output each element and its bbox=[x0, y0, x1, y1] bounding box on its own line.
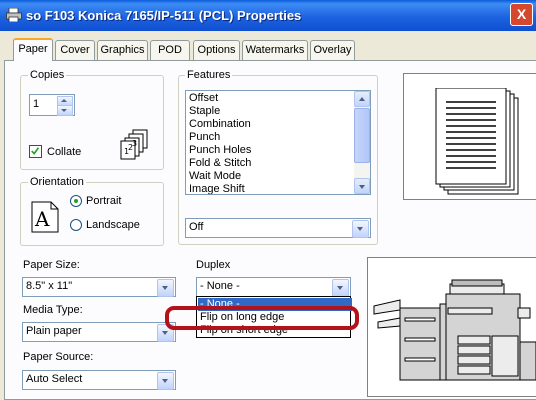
duplex-value: - None - bbox=[200, 280, 240, 292]
svg-text:3: 3 bbox=[132, 139, 137, 148]
page-preview bbox=[403, 73, 536, 200]
landscape-radio[interactable] bbox=[70, 219, 82, 231]
collate-label: Collate bbox=[47, 146, 82, 158]
chevron-down-icon bbox=[162, 331, 168, 335]
svg-text:A: A bbox=[34, 207, 50, 231]
feature-item-offset[interactable]: Offset bbox=[189, 92, 218, 104]
features-label: Features bbox=[185, 69, 233, 81]
scroll-up-button[interactable] bbox=[354, 91, 370, 107]
dropdown-button[interactable] bbox=[157, 372, 174, 390]
chevron-down-icon bbox=[359, 185, 365, 189]
portrait-label: Portrait bbox=[86, 195, 122, 207]
tab-cover[interactable]: Cover bbox=[55, 40, 95, 60]
printer-icon bbox=[6, 8, 22, 22]
title-bar: so F103 Konica 7165/IP-511 (PCL) Propert… bbox=[0, 0, 536, 31]
tab-options[interactable]: Options bbox=[193, 40, 240, 60]
paper-source-select[interactable]: Auto Select bbox=[22, 370, 176, 390]
feature-item-punch-holes[interactable]: Punch Holes bbox=[189, 144, 251, 156]
collate-pages-icon: 1 2 3 bbox=[120, 129, 148, 160]
paper-size-label: Paper Size: bbox=[23, 259, 80, 271]
duplex-label: Duplex bbox=[196, 259, 231, 271]
chevron-down-icon bbox=[337, 286, 343, 290]
dropdown-button[interactable] bbox=[352, 220, 369, 238]
features-scrollbar[interactable] bbox=[354, 91, 370, 194]
media-type-label: Media Type: bbox=[23, 304, 83, 316]
landscape-label: Landscape bbox=[86, 219, 140, 231]
feature-item-wait-mode[interactable]: Wait Mode bbox=[189, 170, 241, 182]
tab-paper[interactable]: Paper bbox=[13, 38, 53, 61]
copier-preview bbox=[367, 257, 536, 397]
pages-stack-icon bbox=[435, 88, 519, 195]
features-list[interactable]: Offset Staple Combination Punch Punch Ho… bbox=[185, 90, 371, 195]
chevron-down-icon bbox=[357, 227, 363, 231]
chevron-down-icon bbox=[162, 379, 168, 383]
feature-item-combination[interactable]: Combination bbox=[189, 118, 251, 130]
paper-size-value: 8.5" x 11" bbox=[26, 280, 73, 292]
media-type-value: Plain paper bbox=[26, 325, 82, 337]
paper-source-label: Paper Source: bbox=[23, 351, 94, 363]
dropdown-button[interactable] bbox=[332, 279, 349, 297]
tab-overlay[interactable]: Overlay bbox=[310, 40, 355, 60]
paper-source-value: Auto Select bbox=[26, 373, 83, 385]
feature-item-fold-stitch[interactable]: Fold & Stitch bbox=[189, 157, 251, 169]
tab-pod[interactable]: POD bbox=[150, 40, 190, 60]
scroll-thumb[interactable] bbox=[354, 108, 370, 163]
tab-graphics[interactable]: Graphics bbox=[97, 40, 148, 60]
feature-item-image-shift[interactable]: Image Shift bbox=[189, 183, 245, 194]
media-type-select[interactable]: Plain paper bbox=[22, 322, 176, 342]
copies-label: Copies bbox=[28, 69, 67, 81]
portrait-radio[interactable] bbox=[70, 195, 82, 207]
spin-down-button[interactable] bbox=[57, 105, 73, 116]
feature-item-staple[interactable]: Staple bbox=[189, 105, 220, 117]
dropdown-button[interactable] bbox=[157, 279, 174, 297]
tab-watermarks[interactable]: Watermarks bbox=[242, 40, 308, 60]
copier-machine-icon bbox=[373, 279, 536, 381]
duplex-select[interactable]: - None - bbox=[196, 277, 351, 297]
copies-spinner[interactable]: 1 bbox=[29, 94, 75, 116]
checkmark-icon bbox=[31, 147, 40, 155]
scroll-down-button[interactable] bbox=[354, 178, 370, 194]
chevron-down-icon bbox=[61, 109, 67, 112]
chevron-up-icon bbox=[359, 97, 365, 101]
annotation-circle bbox=[165, 306, 359, 330]
window-title: so F103 Konica 7165/IP-511 (PCL) Propert… bbox=[26, 8, 302, 23]
paper-size-select[interactable]: 8.5" x 11" bbox=[22, 277, 176, 297]
feature-setting-value: Off bbox=[189, 221, 204, 233]
chevron-down-icon bbox=[162, 286, 168, 290]
feature-item-punch[interactable]: Punch bbox=[189, 131, 220, 143]
close-button[interactable]: X bbox=[510, 3, 533, 26]
portrait-A-icon: A bbox=[31, 201, 59, 233]
orientation-label: Orientation bbox=[28, 176, 86, 188]
collate-checkbox[interactable] bbox=[29, 145, 42, 158]
chevron-up-icon bbox=[61, 99, 67, 102]
copies-value: 1 bbox=[33, 98, 40, 110]
feature-setting-select[interactable]: Off bbox=[185, 218, 371, 238]
